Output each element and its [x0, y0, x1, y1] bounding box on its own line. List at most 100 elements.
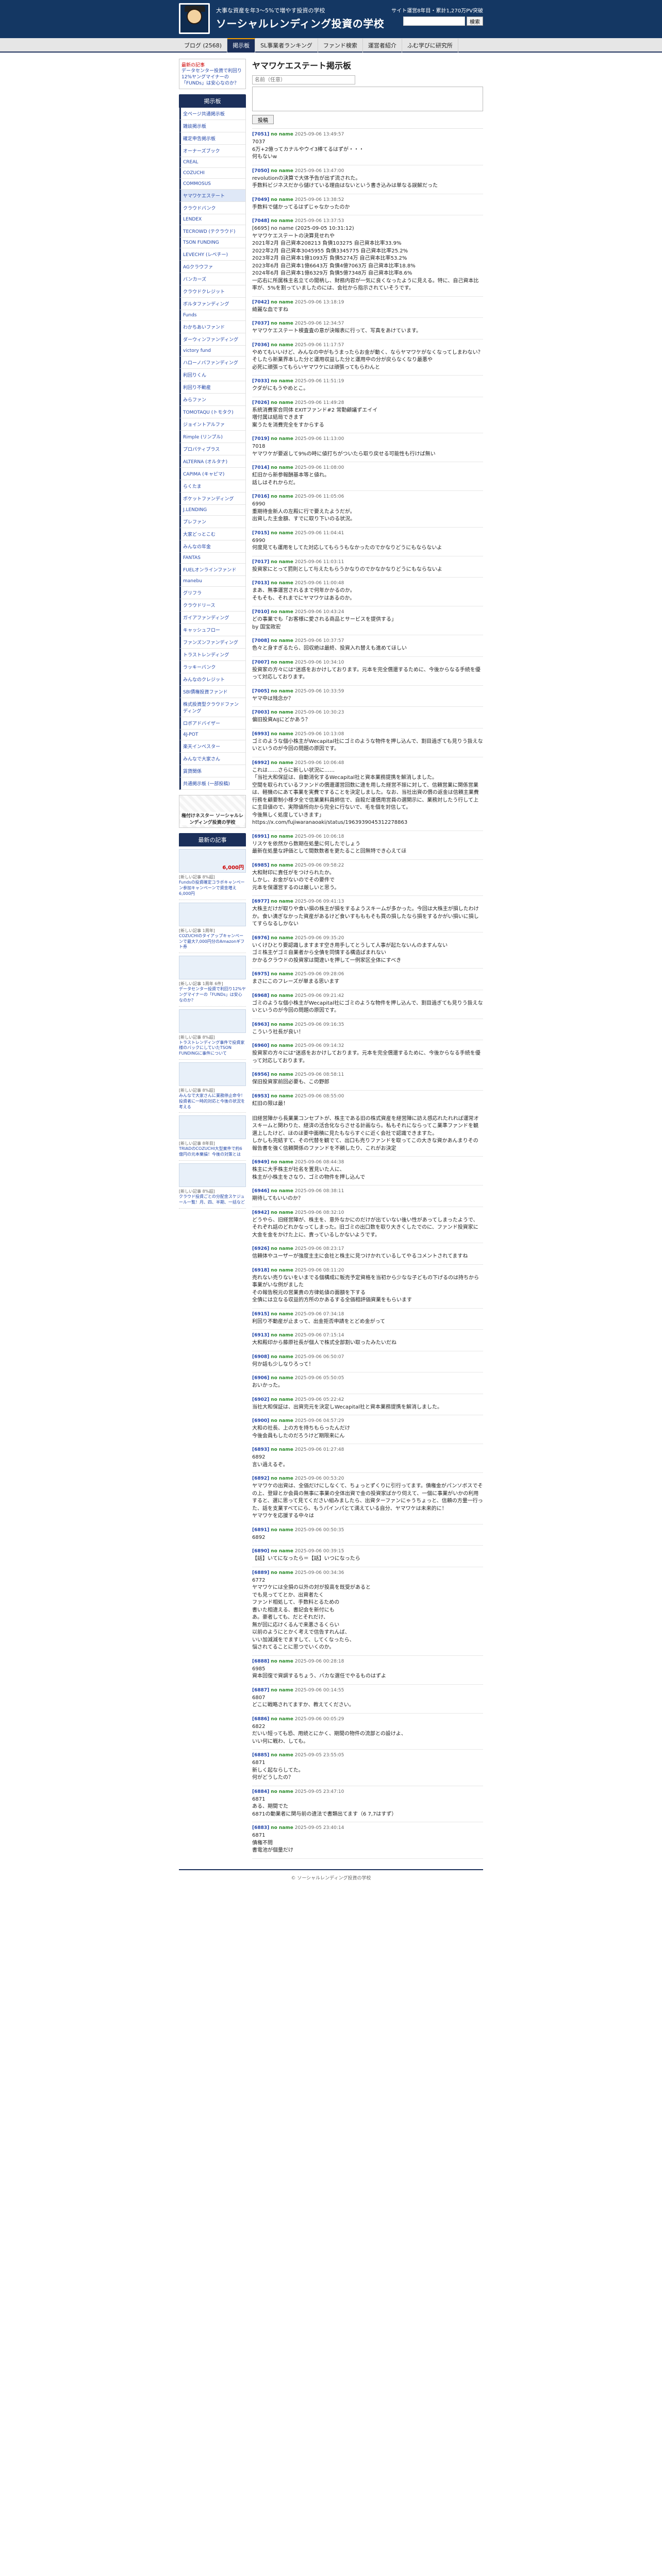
post-id-link[interactable]: [6946]	[252, 1189, 269, 1194]
news-link[interactable]: みんなで大家さんに業務停止命令！投資者に一時的対応と今後の状況を考える	[179, 1093, 246, 1110]
sidebar-board-item[interactable]: Funds	[179, 310, 245, 321]
sidebar-board-item[interactable]: ロボアドバイザー	[179, 717, 245, 730]
news-thumbnail[interactable]	[179, 1009, 246, 1033]
post-id-link[interactable]: [7010]	[252, 609, 269, 615]
post-id-link[interactable]: [7048]	[252, 218, 269, 224]
sidebar-board-item[interactable]: グリフラ	[179, 587, 245, 600]
sidebar-board-item[interactable]: 共通掲示板 (一部投稿)	[179, 777, 245, 790]
name-input[interactable]	[252, 75, 355, 84]
sidebar-board-item[interactable]: ガイアファンディング	[179, 612, 245, 624]
post-id-link[interactable]: [7005]	[252, 689, 269, 694]
post-id-link[interactable]: [7015]	[252, 531, 269, 536]
sidebar-board-item[interactable]: バンカーズ	[179, 273, 245, 286]
news-item[interactable]: [新しい記事 8%超] みんなで大家さんに業務停止命令！投資者に一時的対応と今後の…	[179, 1060, 246, 1113]
sidebar-board-item[interactable]: ジョイントアルファ	[179, 418, 245, 431]
nav-item[interactable]: ファンド検索	[318, 38, 363, 53]
post-id-link[interactable]: [7033]	[252, 379, 269, 384]
post-id-link[interactable]: [6977]	[252, 899, 269, 904]
news-item[interactable]: [新しい記事 8%超] トラストレンディング事件で投資家様のバックにしていたTSO…	[179, 1007, 246, 1060]
sidebar-board-item[interactable]: 雑談掲示板	[179, 120, 245, 133]
post-id-link[interactable]: [7017]	[252, 560, 269, 565]
news-link[interactable]: Fundsの投資確定コラボキャンペーン参加キャンペーンで資金増え6,000円	[179, 880, 246, 896]
news-link[interactable]: トラストレンディング事件で投資家様のバックにしていたTSON FUNDINGに事…	[179, 1040, 246, 1057]
sidebar-board-item[interactable]: AGクラウファ	[179, 261, 245, 274]
post-id-link[interactable]: [6889]	[252, 1570, 269, 1575]
post-id-link[interactable]: [7037]	[252, 321, 269, 326]
post-id-link[interactable]: [6991]	[252, 834, 269, 839]
post-id-link[interactable]: [7008]	[252, 638, 269, 643]
post-id-link[interactable]: [6975]	[252, 972, 269, 977]
post-id-link[interactable]: [7042]	[252, 300, 269, 305]
news-link[interactable]: COZUCHIのタイアップキャンペーンで最大7,000円分のAmazonギフト券	[179, 934, 246, 950]
submit-button[interactable]: 投稿	[252, 115, 274, 124]
search-button[interactable]: 検索	[467, 16, 483, 26]
post-id-link[interactable]: [6960]	[252, 1043, 269, 1048]
sidebar-board-item[interactable]: J.LENDING	[179, 505, 245, 516]
sidebar-board-item[interactable]: TOMOTAQU (トモタク)	[179, 406, 245, 419]
post-id-link[interactable]: [7049]	[252, 197, 269, 202]
sidebar-board-item[interactable]: 4J-POT	[179, 730, 245, 741]
sidebar-board-item[interactable]: SBI債権投資ファンド	[179, 686, 245, 699]
post-id-link[interactable]: [6887]	[252, 1688, 269, 1693]
sidebar-ad-link[interactable]: データセンター投資で利回り12%ヤングマイナーの「FUNDs」は安心なのか？	[181, 68, 243, 87]
post-id-link[interactable]: [7013]	[252, 581, 269, 586]
site-title[interactable]: ソーシャルレンディング投資の学校	[216, 15, 384, 30]
post-id-link[interactable]: [7050]	[252, 168, 269, 174]
sidebar-board-item[interactable]: オーナーズブック	[179, 145, 245, 158]
post-id-link[interactable]: [6963]	[252, 1022, 269, 1027]
post-id-link[interactable]: [6915]	[252, 1312, 269, 1317]
news-item[interactable]: [新しい記事 1周年] COZUCHIのタイアップキャンペーンで最大7,000円分…	[179, 900, 246, 954]
sidebar-board-item[interactable]: ダーウィンファンディング	[179, 333, 245, 346]
post-id-link[interactable]: [6992]	[252, 760, 269, 766]
post-id-link[interactable]: [6892]	[252, 1476, 269, 1481]
sidebar-board-item[interactable]: ALTERNA (オルタナ)	[179, 455, 245, 468]
sidebar-board-item[interactable]: TSON FUNDING	[179, 238, 245, 249]
sidebar-board-item[interactable]: manebu	[179, 576, 245, 587]
nav-item[interactable]: SL事業者ランキング	[255, 38, 318, 53]
post-id-link[interactable]: [7019]	[252, 436, 269, 442]
sidebar-board-item[interactable]: 利回り不動産	[179, 381, 245, 394]
sidebar-board-item[interactable]: クラウドクレジット	[179, 285, 245, 298]
post-id-link[interactable]: [6893]	[252, 1447, 269, 1452]
sidebar-board-item[interactable]: ラッキーバンク	[179, 661, 245, 674]
news-item[interactable]: 6,000円 [新しい記事 8%超] Fundsの投資確定コラボキャンペーン参加キャ…	[179, 846, 246, 900]
post-id-link[interactable]: [6976]	[252, 936, 269, 941]
sidebar-board-item[interactable]: COMMOSUS	[179, 179, 245, 190]
sidebar-board-item[interactable]: COZUCHI	[179, 168, 245, 179]
sidebar-board-item[interactable]: 確定申告掲示板	[179, 132, 245, 145]
sidebar-board-item[interactable]: CAPIMA (キャピマ)	[179, 468, 245, 481]
post-id-link[interactable]: [7051]	[252, 132, 269, 137]
post-id-link[interactable]: [6902]	[252, 1397, 269, 1402]
post-id-link[interactable]: [6883]	[252, 1825, 269, 1831]
sidebar-board-item[interactable]: わかちあいファンド	[179, 321, 245, 334]
sidebar-board-item[interactable]: ハローノバファンディング	[179, 357, 245, 369]
post-id-link[interactable]: [6993]	[252, 732, 269, 737]
sidebar-board-item[interactable]: 賃貸関係	[179, 765, 245, 778]
sidebar-board-item[interactable]: クラウドリース	[179, 599, 245, 612]
news-item[interactable]: [新しい記事 1周年 6件] データセンター投資で利回り12%ヤングマイナーの「F…	[179, 953, 246, 1007]
post-id-link[interactable]: [6942]	[252, 1210, 269, 1215]
post-id-link[interactable]: [6949]	[252, 1160, 269, 1165]
post-id-link[interactable]: [6886]	[252, 1717, 269, 1722]
search-input[interactable]	[403, 16, 465, 26]
sidebar-board-item[interactable]: FANTAS	[179, 553, 245, 564]
sidebar-board-item[interactable]: みらファン	[179, 394, 245, 406]
sidebar-board-item[interactable]: LEVECHY (レベチー)	[179, 248, 245, 261]
post-id-link[interactable]: [6926]	[252, 1246, 269, 1251]
sidebar-board-item[interactable]: みんなの年金	[179, 540, 245, 553]
post-id-link[interactable]: [6888]	[252, 1659, 269, 1664]
post-id-link[interactable]: [6913]	[252, 1333, 269, 1338]
sidebar-board-item[interactable]: トラストレンディング	[179, 649, 245, 662]
sidebar-board-item[interactable]: プロパティプラス	[179, 443, 245, 456]
post-body-textarea[interactable]	[252, 87, 483, 111]
post-id-link[interactable]: [6885]	[252, 1753, 269, 1758]
post-id-link[interactable]: [7026]	[252, 400, 269, 405]
sidebar-board-item[interactable]: 大家どっとこむ	[179, 528, 245, 541]
nav-item[interactable]: ふむ学びに研究所	[402, 38, 458, 53]
news-link[interactable]: データセンター投資で利回り12%ヤングマイナーの「FUNDs」は安心なのか？	[179, 987, 246, 1003]
nav-item[interactable]: ブログ (2568)	[179, 38, 228, 53]
post-id-link[interactable]: [7007]	[252, 660, 269, 665]
sidebar-board-item[interactable]: 利回りくん	[179, 369, 245, 382]
sidebar-board-item[interactable]: 株式投資型クラウドファンディング	[179, 698, 245, 718]
sidebar-board-item[interactable]: ボルタファンディング	[179, 298, 245, 311]
